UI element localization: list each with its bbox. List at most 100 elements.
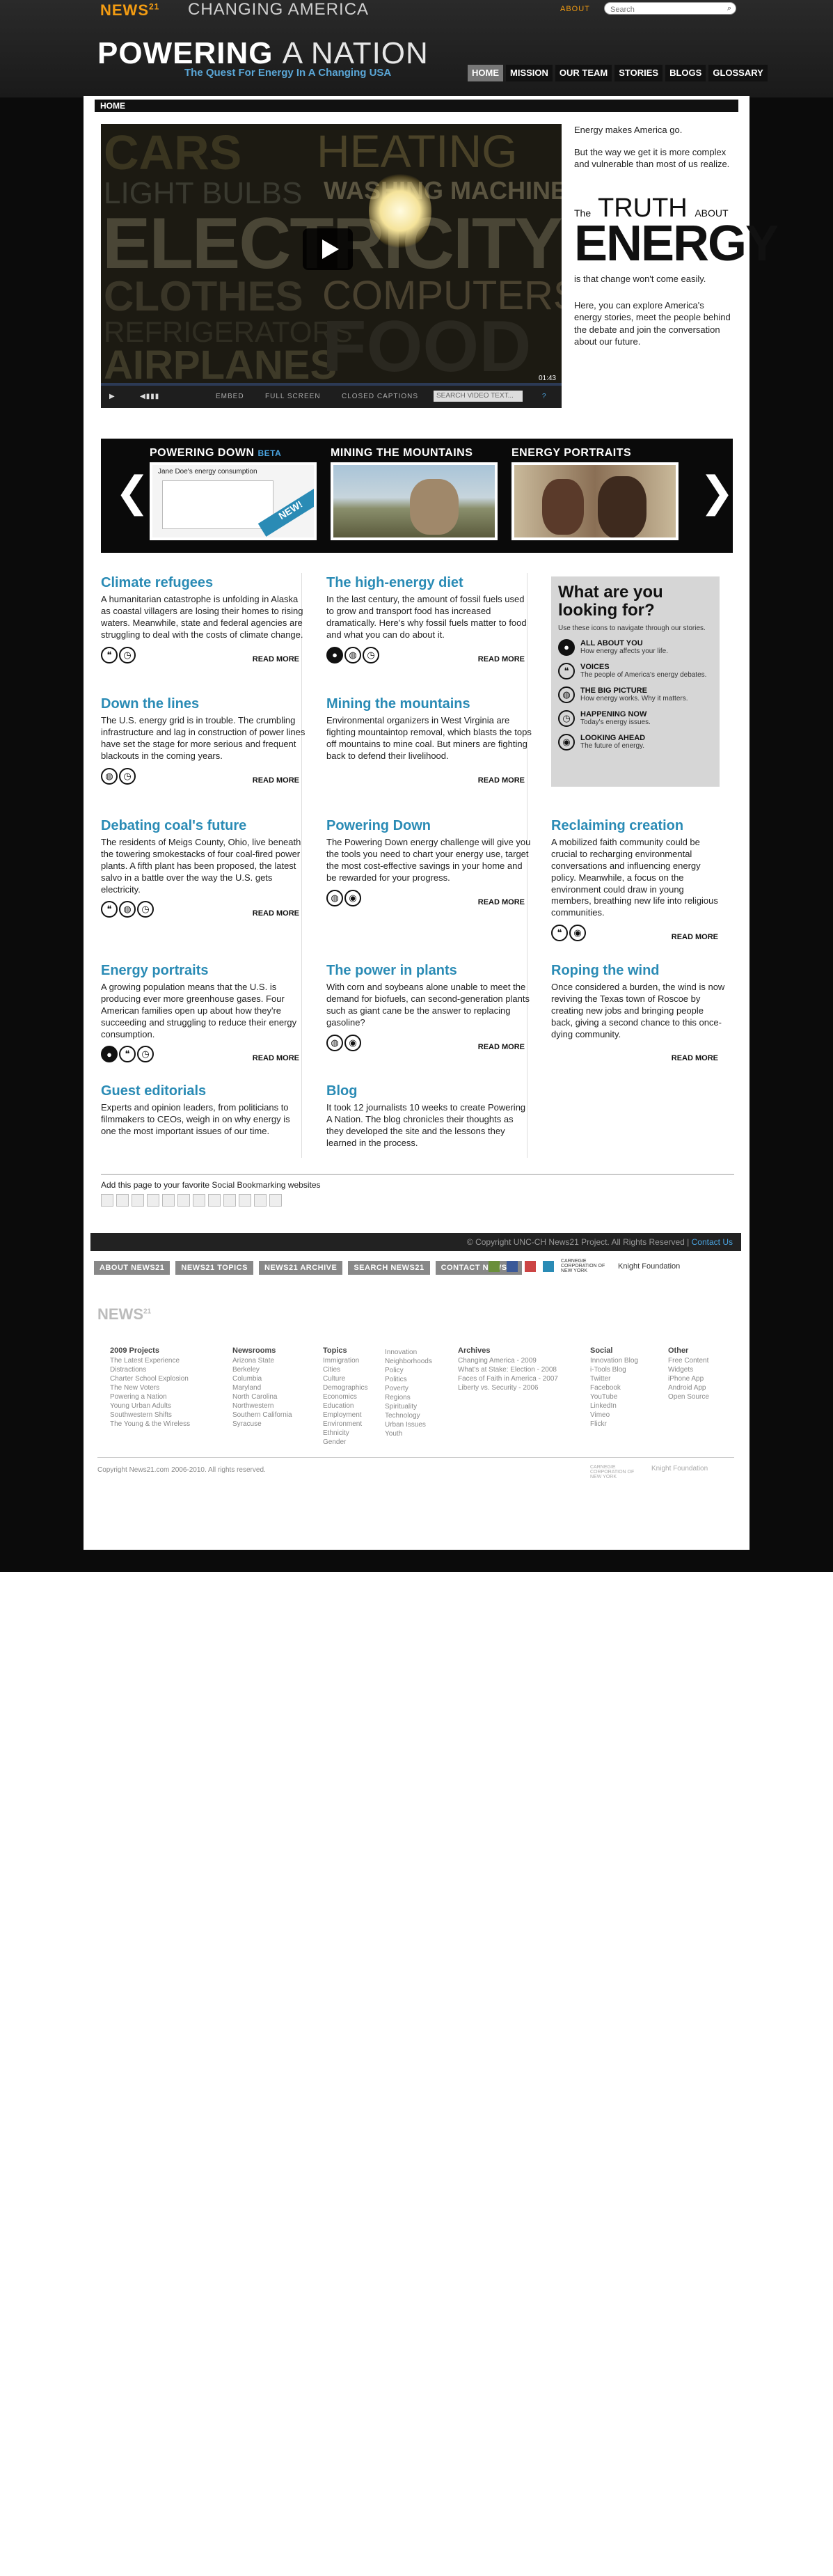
footer-link[interactable]: Education — [323, 1401, 367, 1411]
footer-link[interactable]: Changing America - 2009 — [458, 1356, 558, 1365]
contact-link[interactable]: Contact Us — [692, 1237, 733, 1247]
read-more-link[interactable]: READ MORE — [478, 1043, 525, 1051]
footer-link[interactable]: Ethnicity — [323, 1429, 367, 1438]
search-icon[interactable]: ⌕ — [727, 4, 731, 13]
footer-link[interactable]: Politics — [385, 1375, 432, 1384]
footer-link[interactable]: Culture — [323, 1374, 367, 1383]
looking-ahead-icon[interactable]: ◉ — [569, 925, 586, 942]
twitter-icon[interactable] — [543, 1260, 554, 1272]
footer-link[interactable]: Technology — [385, 1411, 432, 1420]
footer-link[interactable]: Arizona State — [232, 1356, 292, 1365]
footer-link[interactable]: iPhone App — [668, 1374, 709, 1383]
footer-link[interactable]: Southwestern Shifts — [110, 1411, 190, 1420]
bookmark-icon[interactable] — [208, 1194, 221, 1207]
footer-link[interactable]: Employment — [323, 1411, 367, 1420]
bookmark-icon[interactable] — [132, 1194, 144, 1207]
about-link[interactable]: ABOUT — [560, 5, 590, 13]
youtube-icon[interactable] — [525, 1260, 536, 1272]
video-player[interactable]: CARS HEATING LIGHT BULBS WASHING MACHINE… — [101, 124, 562, 408]
lookbox-item[interactable]: ● ALL ABOUT YOU How energy affects your li… — [558, 638, 713, 656]
lookbox-item[interactable]: ◍ THE BIG PICTURE How energy works. Why it… — [558, 686, 713, 703]
footer-link[interactable]: Free Content — [668, 1356, 709, 1365]
footer-link[interactable]: The Latest Experience — [110, 1356, 190, 1365]
video-search-input[interactable]: SEARCH VIDEO TEXT... — [434, 391, 523, 402]
read-more-link[interactable]: READ MORE — [672, 933, 718, 941]
site-title[interactable]: POWERING A NATION — [97, 36, 429, 71]
story-title[interactable]: The high-energy diet — [326, 575, 532, 591]
carousel-next-icon[interactable]: ❯ — [699, 468, 734, 517]
speech-bubble-icon[interactable]: ❝ — [101, 901, 118, 918]
nav-home[interactable]: HOME — [468, 65, 503, 81]
person-icon[interactable]: ● — [326, 646, 343, 663]
story-title[interactable]: Powering Down — [326, 818, 532, 834]
speech-bubble-icon[interactable]: ❝ — [119, 1046, 136, 1063]
bookmark-icon[interactable] — [254, 1194, 267, 1207]
globe-icon[interactable]: ◍ — [119, 901, 136, 918]
story-title[interactable]: Down the lines — [101, 696, 306, 712]
story-title[interactable]: Mining the mountains — [326, 696, 532, 712]
footer-link[interactable]: Flickr — [590, 1420, 638, 1429]
breadcrumb[interactable]: HOME — [95, 100, 738, 112]
footer-link[interactable]: YouTube — [590, 1392, 638, 1401]
carnegie-logo[interactable]: CARNEGIE CORPORATION OF NEW YORK — [561, 1259, 611, 1273]
footer-link[interactable]: Policy — [385, 1366, 432, 1375]
clock-icon[interactable]: ◷ — [119, 767, 136, 785]
story-title[interactable]: Reclaiming creation — [551, 818, 725, 834]
footer-link[interactable]: Youth — [385, 1429, 432, 1438]
carousel-prev-icon[interactable]: ❮ — [115, 468, 150, 517]
footer-link[interactable]: Immigration — [323, 1356, 367, 1365]
nav-our-team[interactable]: OUR TEAM — [555, 65, 612, 81]
footer-link[interactable]: Liberty vs. Security - 2006 — [458, 1383, 558, 1392]
search-input[interactable] — [605, 4, 716, 15]
bookmark-icon[interactable] — [177, 1194, 190, 1207]
footer-link[interactable]: Maryland — [232, 1383, 292, 1392]
volume-icon[interactable]: ◀▮▮▮ — [140, 393, 159, 400]
bookmark-icon[interactable] — [116, 1194, 129, 1207]
read-more-link[interactable]: READ MORE — [478, 655, 525, 663]
read-more-link[interactable]: READ MORE — [672, 1054, 718, 1062]
looking-ahead-icon[interactable]: ◉ — [344, 1034, 361, 1051]
footer-link[interactable]: Innovation Blog — [590, 1356, 638, 1365]
news21-topics-button[interactable]: NEWS21 TOPICS — [175, 1261, 253, 1275]
bookmark-icon[interactable] — [269, 1194, 282, 1207]
nav-mission[interactable]: MISSION — [506, 65, 553, 81]
footer-link[interactable]: Southern California — [232, 1411, 292, 1420]
slide-powering-down[interactable]: POWERING DOWN BETA Jane Doe's energy con… — [150, 447, 320, 540]
footer-link[interactable]: Cities — [323, 1365, 367, 1374]
footer-link[interactable]: Environment — [323, 1420, 367, 1429]
play-icon[interactable]: ▶ — [109, 393, 116, 400]
footer-link[interactable]: Urban Issues — [385, 1420, 432, 1429]
footer-link[interactable]: Gender — [323, 1438, 367, 1447]
lookbox-item[interactable]: ❝ VOICES The people of America's energy de… — [558, 662, 713, 680]
globe-icon[interactable]: ◍ — [101, 767, 118, 785]
slide-portraits[interactable]: ENERGY PORTRAITS — [511, 447, 682, 540]
footer-link[interactable]: Columbia — [232, 1374, 292, 1383]
read-more-link[interactable]: READ MORE — [253, 909, 299, 918]
footer-link[interactable]: Powering a Nation — [110, 1392, 190, 1401]
read-more-link[interactable]: READ MORE — [253, 776, 299, 785]
bookmark-icon[interactable] — [101, 1194, 113, 1207]
footer-link[interactable]: Distractions — [110, 1365, 190, 1374]
footer-link[interactable]: i-Tools Blog — [590, 1365, 638, 1374]
clock-icon[interactable]: ◷ — [363, 646, 379, 663]
footer-link[interactable]: Demographics — [323, 1383, 367, 1392]
story-title[interactable]: Roping the wind — [551, 963, 725, 979]
play-button[interactable] — [303, 228, 353, 270]
globe-icon[interactable]: ◍ — [344, 646, 361, 663]
embed-button[interactable]: EMBED — [216, 393, 244, 400]
knight-footer-logo[interactable]: Knight Foundation — [651, 1465, 708, 1479]
lookbox-item[interactable]: ◷ HAPPENING NOW Today's energy issues. — [558, 709, 713, 727]
footer-link[interactable]: Widgets — [668, 1365, 709, 1374]
footer-link[interactable]: Northwestern — [232, 1401, 292, 1411]
clock-icon[interactable]: ◷ — [119, 646, 136, 663]
footer-link[interactable]: Facebook — [590, 1383, 638, 1392]
footer-link[interactable]: LinkedIn — [590, 1401, 638, 1411]
looking-ahead-icon[interactable]: ◉ — [344, 889, 361, 906]
person-icon[interactable]: ● — [101, 1046, 118, 1063]
footer-link[interactable]: Neighborhoods — [385, 1357, 432, 1366]
footer-link[interactable]: Innovation — [385, 1348, 432, 1357]
story-title[interactable]: Energy portraits — [101, 963, 306, 979]
story-title[interactable]: Climate refugees — [101, 575, 306, 591]
story-title[interactable]: Blog — [326, 1083, 532, 1099]
carnegie-footer-logo[interactable]: CARNEGIE CORPORATION OF NEW YORK — [590, 1465, 639, 1479]
